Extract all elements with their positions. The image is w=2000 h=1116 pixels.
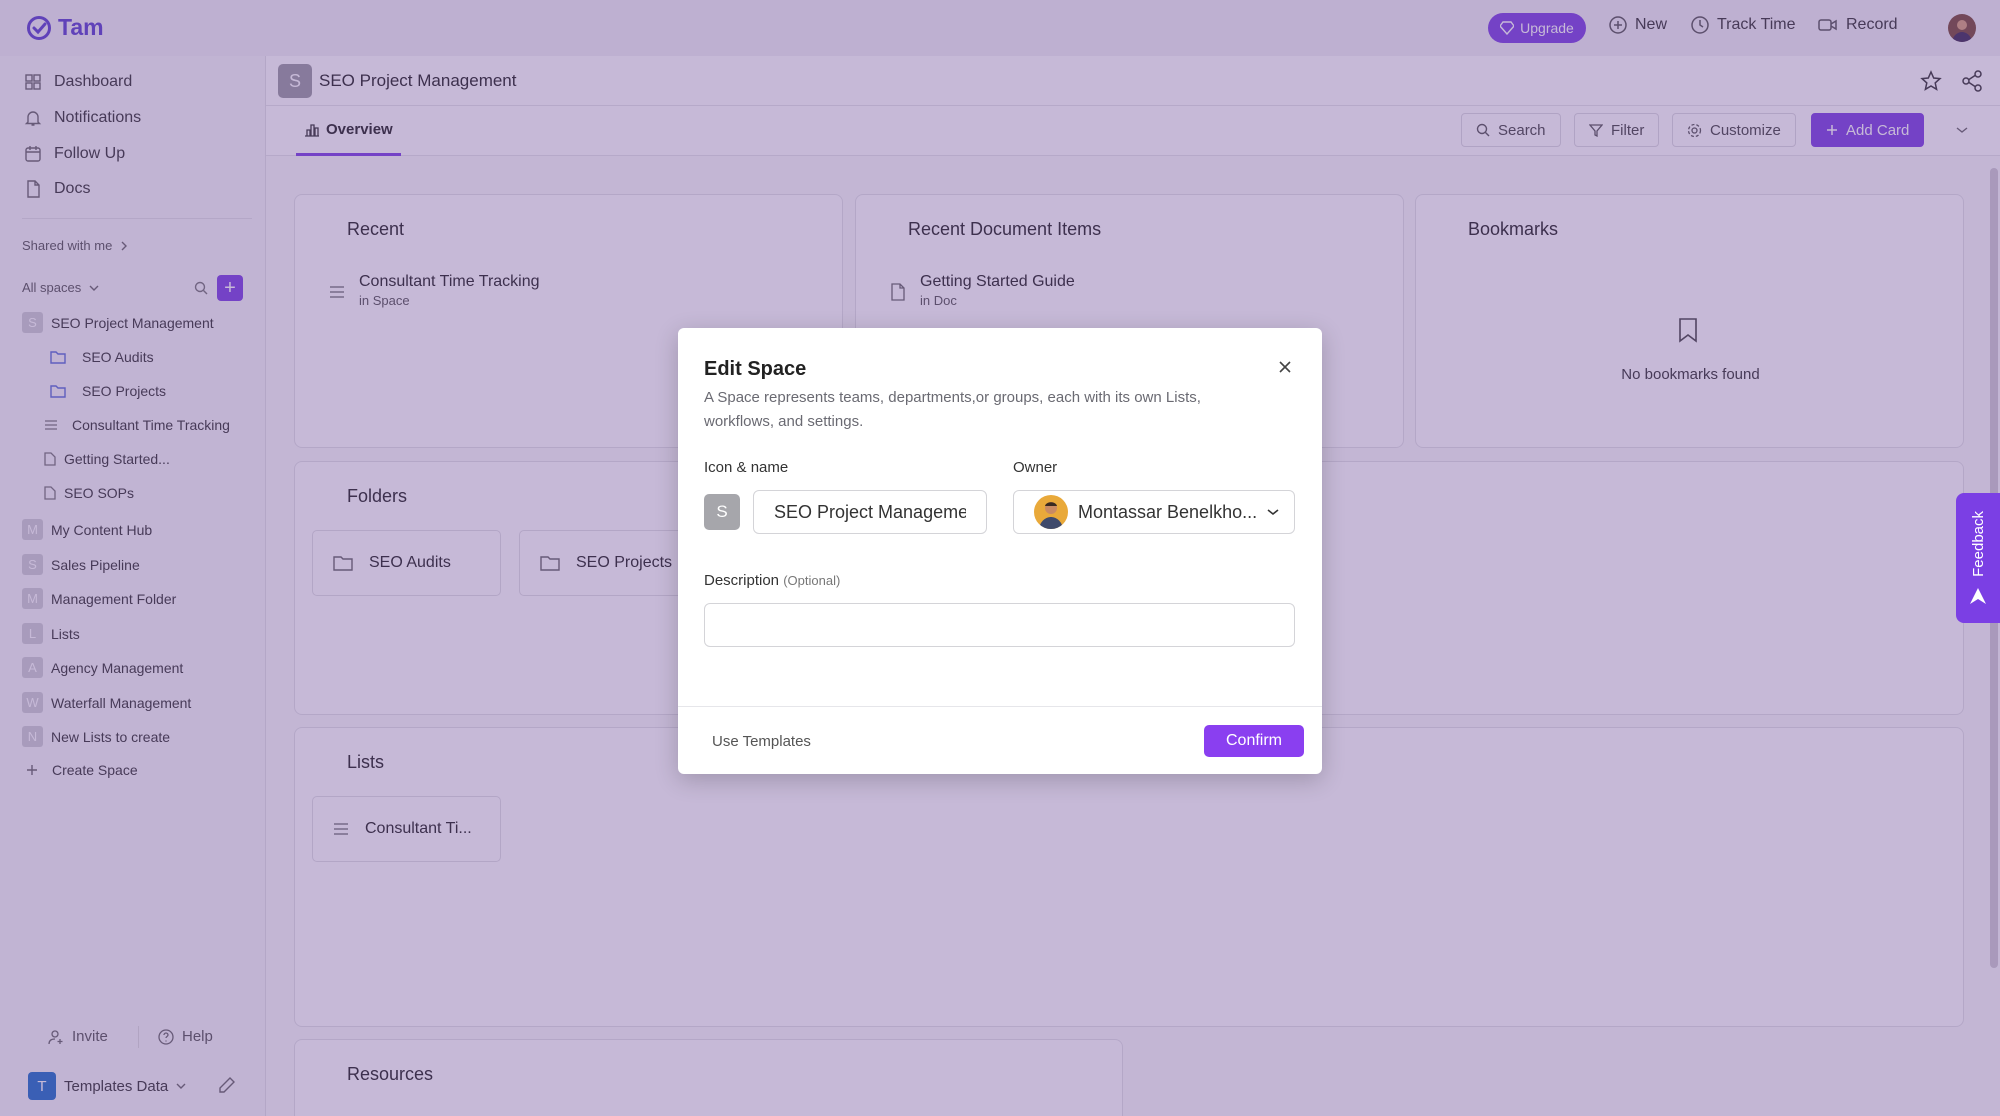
send-icon: [1970, 587, 1986, 604]
person-avatar-icon: [1039, 502, 1063, 529]
modal-description: A Space represents teams, departments,or…: [704, 389, 1201, 430]
chevron-down-icon: [1267, 509, 1279, 516]
owner-avatar: [1034, 495, 1068, 529]
description-input[interactable]: [704, 603, 1295, 647]
description-label: Description (Optional): [704, 572, 840, 589]
owner-name: Montassar Benelkho...: [1078, 501, 1258, 522]
icon-name-label: Icon & name: [704, 459, 789, 476]
owner-label: Owner: [1013, 459, 1058, 476]
owner-select[interactable]: Montassar Benelkho...: [1013, 490, 1295, 534]
edit-space-modal: Edit Space A Space represents teams, dep…: [678, 328, 1322, 774]
description-label-text: Description: [704, 572, 780, 589]
use-templates-button[interactable]: Use Templates: [712, 733, 811, 750]
modal-title: Edit Space: [704, 358, 807, 380]
optional-hint: (Optional): [783, 573, 841, 588]
close-icon[interactable]: [1276, 358, 1294, 376]
confirm-button[interactable]: Confirm: [1204, 725, 1304, 757]
modal-footer: Use Templates Confirm: [678, 706, 1322, 774]
space-name-input[interactable]: [753, 490, 987, 534]
feedback-tab[interactable]: Feedback: [1956, 493, 2000, 623]
space-icon-picker[interactable]: S: [704, 494, 740, 530]
feedback-label: Feedback: [1969, 511, 1987, 577]
